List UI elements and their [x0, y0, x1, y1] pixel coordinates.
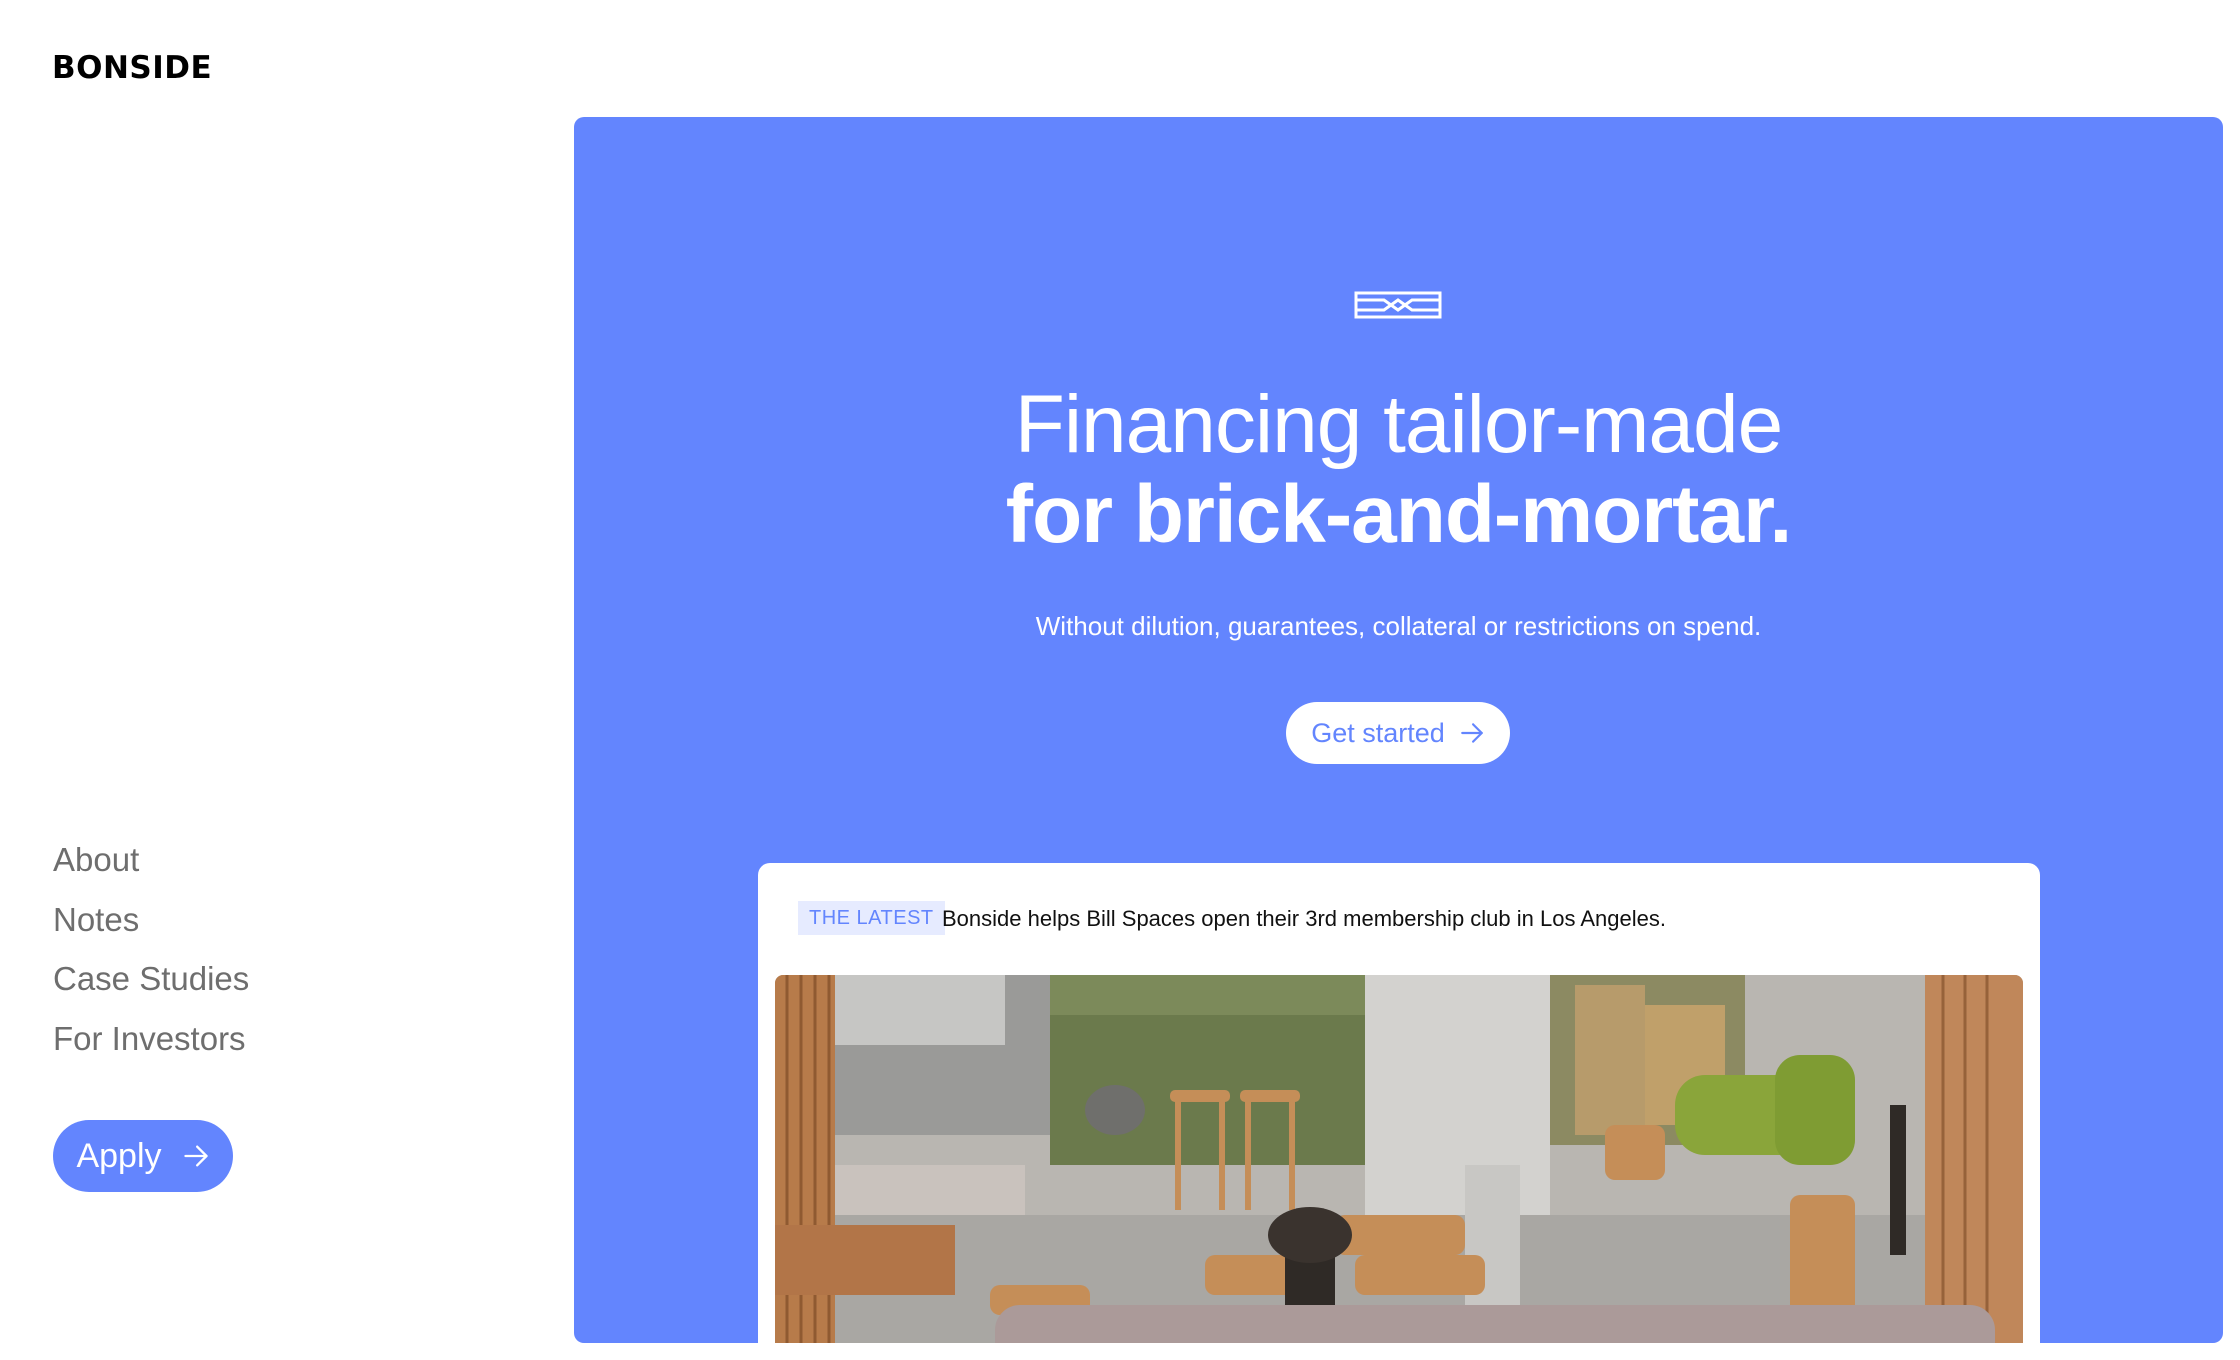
brand-logo[interactable]: BONSIDE — [52, 50, 212, 86]
arrow-right-icon — [183, 1145, 208, 1167]
hero-panel: Financing tailor-made for brick-and-mort… — [574, 117, 2223, 1343]
hero-headline-line2: for brick-and-mortar. — [1005, 469, 1792, 560]
apply-button-label: Apply — [76, 1136, 162, 1175]
hero-headline-line1: Financing tailor-made — [1014, 379, 1784, 470]
get-started-label: Get started — [1311, 717, 1445, 748]
latest-headline-link[interactable]: Bonside helps Bill Spaces open their 3rd… — [942, 903, 1666, 935]
apply-button[interactable]: Apply — [53, 1120, 233, 1192]
nav-item-for-investors[interactable]: For Investors — [53, 1009, 249, 1069]
latest-badge: THE LATEST — [798, 901, 945, 935]
side-nav: About Notes Case Studies For Investors — [53, 830, 249, 1068]
get-started-button[interactable]: Get started — [1286, 702, 1510, 764]
latest-news-card[interactable]: THE LATEST Bonside helps Bill Spaces ope… — [758, 863, 2040, 1343]
nav-item-about[interactable]: About — [53, 830, 249, 890]
nav-item-case-studies[interactable]: Case Studies — [53, 949, 249, 1009]
bonside-mark-icon — [1354, 291, 1442, 319]
arrow-right-icon — [1460, 723, 1483, 743]
nav-item-notes[interactable]: Notes — [53, 890, 249, 950]
hero-subtitle: Without dilution, guarantees, collateral… — [1035, 611, 1762, 641]
interior-photo — [775, 975, 2023, 1343]
